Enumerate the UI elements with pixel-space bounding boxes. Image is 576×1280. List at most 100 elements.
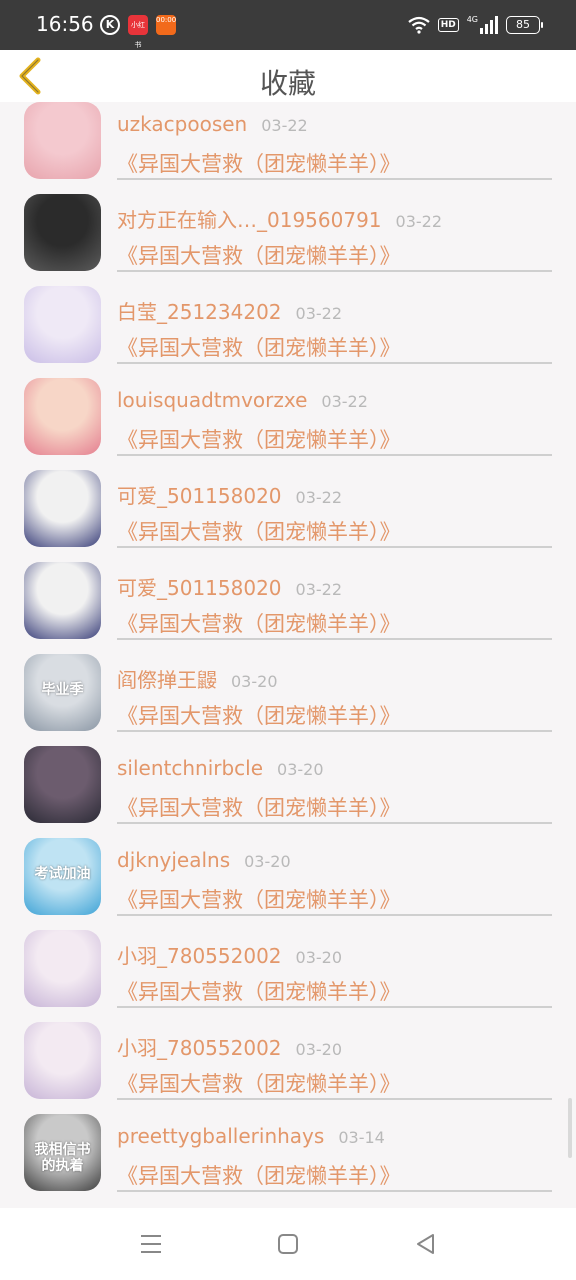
wifi-icon (408, 16, 430, 34)
home-square-icon[interactable] (275, 1232, 301, 1256)
row-divider (117, 638, 552, 640)
book-title-link[interactable]: 《异国大营救（团宠懒羊羊）》 (117, 700, 401, 730)
user-name-text: 对方正在输入…_019560791 (117, 208, 382, 232)
app-header: 收藏 (0, 50, 576, 102)
back-triangle-icon[interactable] (413, 1232, 439, 1256)
user-name-text: uzkacpoosen (117, 112, 248, 136)
book-title-link[interactable]: 《异国大营救（团宠懒羊羊）》 (117, 240, 401, 270)
avatar-caption: 我相信书 的执着 (34, 1142, 91, 1174)
favorite-list-item[interactable]: uzkacpoosen 03-22 《异国大营救（团宠懒羊羊）》 (0, 102, 576, 194)
scrollbar[interactable] (568, 1098, 572, 1158)
status-time: 16:56 (36, 12, 94, 36)
user-name[interactable]: louisquadtmvorzxe 03-22 (117, 388, 368, 412)
favorite-list-item[interactable]: 可爱_501158020 03-22 《异国大营救（团宠懒羊羊）》 (0, 562, 576, 654)
favorite-date: 03-22 (261, 116, 308, 135)
avatar[interactable]: 考试加油 (24, 838, 101, 915)
row-divider (117, 914, 552, 916)
favorite-date: 03-14 (338, 1128, 385, 1147)
user-name[interactable]: 小羽_780552002 03-20 (117, 1032, 342, 1061)
favorite-list-item[interactable]: louisquadtmvorzxe 03-22 《异国大营救（团宠懒羊羊）》 (0, 378, 576, 470)
favorite-date: 03-22 (295, 488, 343, 507)
user-name-text: 阎傺掸王鼹 (117, 668, 217, 692)
avatar[interactable]: 我相信书 的执着 (24, 1114, 101, 1191)
avatar[interactable] (24, 378, 101, 455)
row-divider (117, 730, 552, 732)
user-name[interactable]: 小羽_780552002 03-20 (117, 940, 342, 969)
favorite-list-item[interactable]: 小羽_780552002 03-20 《异国大营救（团宠懒羊羊）》 (0, 930, 576, 1022)
favorite-list-item[interactable]: 小羽_780552002 03-20 《异国大营救（团宠懒羊羊）》 (0, 1022, 576, 1114)
favorite-list-item[interactable]: 白莹_251234202 03-22 《异国大营救（团宠懒羊羊）》 (0, 286, 576, 378)
favorite-date: 03-22 (395, 212, 443, 231)
user-name-text: djknyjealns (117, 848, 231, 872)
favorite-list-item[interactable]: 可爱_501158020 03-22 《异国大营救（团宠懒羊羊）》 (0, 470, 576, 562)
favorite-list-item[interactable]: 我相信书 的执着 preettygballerinhays 03-14 《异国大营救（… (0, 1114, 576, 1206)
avatar[interactable] (24, 1022, 101, 1099)
system-nav-bar (0, 1208, 576, 1280)
favorite-date: 03-20 (231, 672, 278, 691)
row-divider (117, 270, 552, 272)
user-name[interactable]: djknyjealns 03-20 (117, 848, 291, 872)
page-title: 收藏 (259, 67, 316, 100)
book-title-link[interactable]: 《异国大营救（团宠懒羊羊）》 (117, 884, 401, 914)
battery-indicator: 85 (506, 16, 543, 34)
user-name-text: louisquadtmvorzxe (117, 388, 308, 412)
app-timer-icon: 00:00 (156, 15, 176, 35)
avatar[interactable] (24, 746, 101, 823)
user-name[interactable]: preettygballerinhays 03-14 (117, 1124, 385, 1148)
book-title-link[interactable]: 《异国大营救（团宠懒羊羊）》 (117, 608, 401, 638)
avatar[interactable]: 毕业季 (24, 654, 101, 731)
row-divider (117, 546, 552, 548)
user-name[interactable]: 白莹_251234202 03-22 (117, 296, 342, 325)
avatar[interactable] (24, 194, 101, 271)
menu-lines-icon[interactable] (138, 1232, 164, 1256)
user-name[interactable]: silentchnirbcle 03-20 (117, 756, 324, 780)
app-xiaohongshu-icon: 小红书 (128, 15, 148, 49)
app-k-icon: K (100, 15, 120, 35)
row-divider (117, 178, 552, 180)
status-bar: 16:56 K 小红书 00:00 HD 4G 85 (0, 0, 576, 50)
favorite-list-item[interactable]: silentchnirbcle 03-20 《异国大营救（团宠懒羊羊）》 (0, 746, 576, 838)
user-name[interactable]: 可爱_501158020 03-22 (117, 572, 342, 601)
avatar-caption: 考试加油 (34, 866, 91, 882)
user-name[interactable]: 阎傺掸王鼹 03-20 (117, 664, 278, 693)
user-name-text: 白莹_251234202 (117, 300, 282, 324)
user-name[interactable]: uzkacpoosen 03-22 (117, 112, 308, 136)
signal-icon: 4G (467, 16, 498, 34)
user-name-text: silentchnirbcle (117, 756, 264, 780)
avatar[interactable] (24, 286, 101, 363)
user-name-text: preettygballerinhays (117, 1124, 325, 1148)
avatar[interactable] (24, 102, 101, 179)
row-divider (117, 1190, 552, 1192)
book-title-link[interactable]: 《异国大营救（团宠懒羊羊）》 (117, 1160, 401, 1190)
user-name-text: 小羽_780552002 (117, 1036, 282, 1060)
hd-badge: HD (437, 18, 459, 32)
book-title-link[interactable]: 《异国大营救（团宠懒羊羊）》 (117, 976, 401, 1006)
book-title-link[interactable]: 《异国大营救（团宠懒羊羊）》 (117, 148, 401, 178)
book-title-link[interactable]: 《异国大营救（团宠懒羊羊）》 (117, 792, 401, 822)
user-name[interactable]: 对方正在输入…_019560791 03-22 (117, 204, 442, 233)
avatar[interactable] (24, 562, 101, 639)
favorites-list[interactable]: uzkacpoosen 03-22 《异国大营救（团宠懒羊羊）》 对方正在输入…_01… (0, 101, 576, 1208)
user-name-text: 可爱_501158020 (117, 484, 282, 508)
user-name-text: 小羽_780552002 (117, 944, 282, 968)
row-divider (117, 454, 552, 456)
avatar-caption: 毕业季 (41, 682, 84, 698)
user-name[interactable]: 可爱_501158020 03-22 (117, 480, 342, 509)
favorite-list-item[interactable]: 毕业季 阎傺掸王鼹 03-20 《异国大营救（团宠懒羊羊）》 (0, 654, 576, 746)
favorite-date: 03-22 (321, 392, 368, 411)
user-name-text: 可爱_501158020 (117, 576, 282, 600)
book-title-link[interactable]: 《异国大营救（团宠懒羊羊）》 (117, 1068, 401, 1098)
favorite-date: 03-22 (295, 304, 343, 323)
book-title-link[interactable]: 《异国大营救（团宠懒羊羊）》 (117, 424, 401, 454)
avatar[interactable] (24, 470, 101, 547)
network-type-label: 4G (466, 15, 478, 24)
favorite-list-item[interactable]: 考试加油 djknyjealns 03-20 《异国大营救（团宠懒羊羊）》 (0, 838, 576, 930)
favorite-list-item[interactable]: 对方正在输入…_019560791 03-22 《异国大营救（团宠懒羊羊）》 (0, 194, 576, 286)
book-title-link[interactable]: 《异国大营救（团宠懒羊羊）》 (117, 516, 401, 546)
book-title-link[interactable]: 《异国大营救（团宠懒羊羊）》 (117, 332, 401, 362)
favorite-date: 03-20 (277, 760, 324, 779)
favorite-date: 03-20 (244, 852, 291, 871)
avatar[interactable] (24, 930, 101, 1007)
row-divider (117, 1006, 552, 1008)
row-divider (117, 1098, 552, 1100)
